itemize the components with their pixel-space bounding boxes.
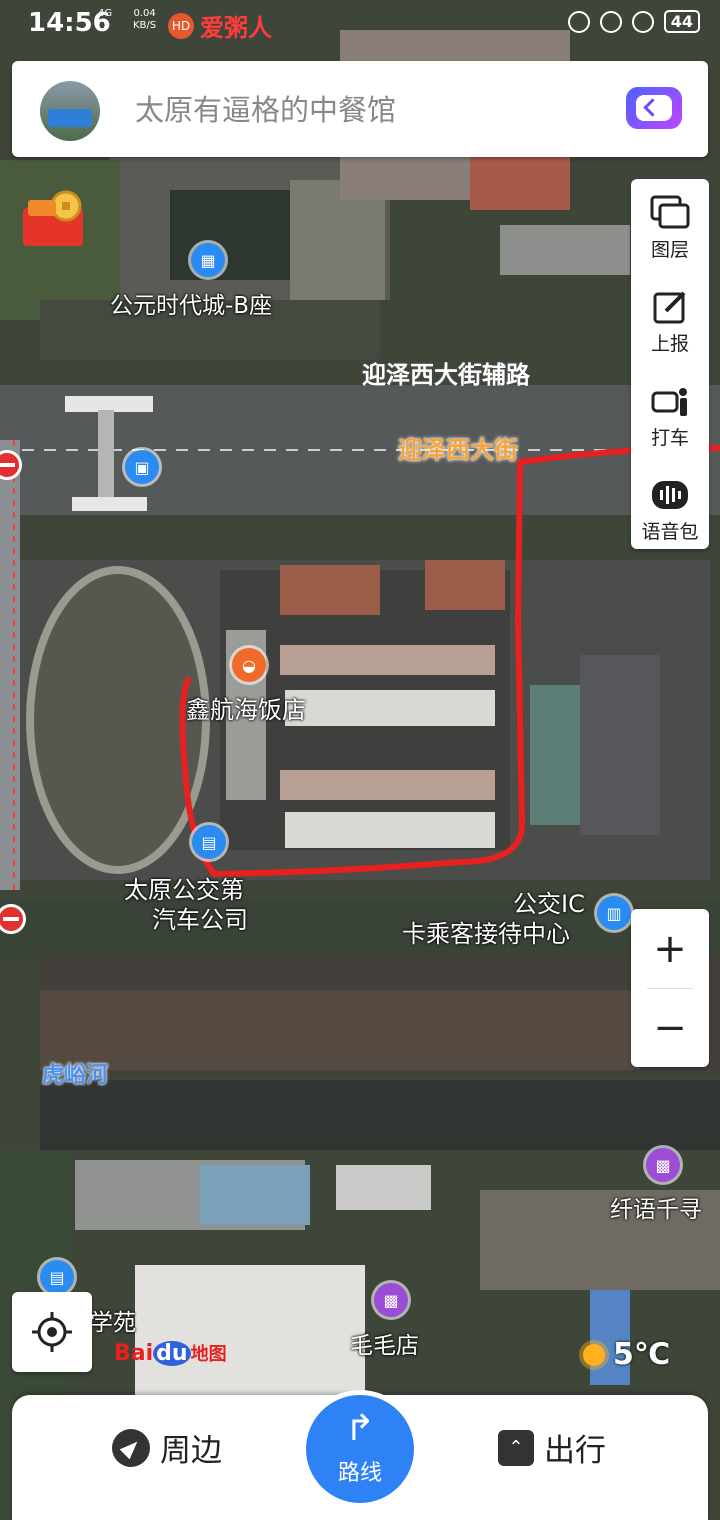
net-speed: 0.04 KB/S <box>133 8 156 32</box>
travel-button[interactable]: ⌃ 出行 <box>498 1425 606 1470</box>
road-label-yingze: 迎泽西大街 <box>398 436 518 464</box>
voice-pack-button[interactable]: 语音包 <box>631 461 709 553</box>
net-speed-unit: KB/S <box>133 20 157 31</box>
travel-icon: ⌃ <box>498 1429 534 1466</box>
poi-label-maomao[interactable]: 毛毛店 <box>350 1326 419 1360</box>
school-pin-icon[interactable]: ▤ <box>40 1260 74 1294</box>
logo-bai: Bai <box>114 1341 154 1366</box>
restaurant-pin-icon[interactable]: ◒ <box>232 648 266 682</box>
status-right: 44 <box>567 10 700 33</box>
nearby-button[interactable]: 周边 <box>112 1425 222 1470</box>
voice-assistant-icon[interactable] <box>626 87 682 129</box>
weather-widget[interactable]: 5℃ <box>583 1337 670 1372</box>
service-pin-icon[interactable]: ▥ <box>597 896 631 930</box>
compass-icon <box>112 1428 150 1467</box>
satellite-map[interactable]: 公元时代城-B座 迎泽西大街辅路 迎泽西大街 鑫航海饭店 太原公交第 汽车公司 … <box>0 0 720 1520</box>
map-tools-panel: 图层 上报 打车 语音包 <box>631 179 709 549</box>
battery-level: 44 <box>663 10 700 33</box>
status-bar: 14:56 4G 0.04 KB/S HD 爱粥人 44 <box>0 0 720 50</box>
zoom-in-button[interactable]: + <box>631 909 709 988</box>
travel-label: 出行 <box>544 1433 606 1469</box>
alarm-icon <box>599 10 622 33</box>
logo-du: du <box>153 1341 191 1366</box>
office-pin-icon[interactable]: ▤ <box>192 825 226 859</box>
building-pin-icon[interactable]: ▦ <box>191 243 225 277</box>
status-app-indicator: HD 爱粥人 <box>168 8 272 43</box>
logo-map: 地图 <box>190 1344 227 1365</box>
poi-label-ic-line2[interactable]: 卡乘客接待中心 <box>402 914 570 949</box>
taxi-icon <box>650 381 690 421</box>
voice-pack-label: 语音包 <box>641 521 699 543</box>
taxi-button[interactable]: 打车 <box>631 367 709 459</box>
search-placeholder[interactable]: 太原有逼格的中餐馆 <box>135 87 396 129</box>
layers-icon <box>650 193 690 233</box>
voice-wave-icon <box>650 475 690 515</box>
poi-label-xueyuan[interactable]: 学苑 <box>90 1303 136 1337</box>
shop-pin-icon[interactable]: ▩ <box>646 1148 680 1182</box>
red-packet-promo-icon[interactable] <box>18 190 88 250</box>
location-icon <box>631 10 654 33</box>
nearby-label: 周边 <box>160 1433 222 1469</box>
edit-icon <box>650 287 690 327</box>
report-label: 上报 <box>650 333 689 355</box>
route-label: 路线 <box>337 1461 382 1486</box>
map-imagery <box>0 0 720 1520</box>
river-label-huyu: 虎峪河 <box>42 1063 109 1088</box>
route-button[interactable]: ↱ 路线 <box>306 1395 414 1503</box>
search-bar[interactable]: 太原有逼格的中餐馆 <box>12 61 708 157</box>
temperature: 5℃ <box>613 1337 671 1372</box>
poi-label-qianyu[interactable]: 纤语千寻 <box>610 1190 702 1224</box>
vibrate-icon <box>567 10 590 33</box>
baidu-map-logo: Bai du 地图 <box>114 1340 227 1366</box>
net-speed-value: 0.04 <box>133 8 156 19</box>
poi-label-gongyuan[interactable]: 公元时代城-B座 <box>110 286 272 320</box>
road-label-yingze-fu: 迎泽西大街辅路 <box>362 361 530 389</box>
poi-label-bus-company-line2[interactable]: 汽车公司 <box>152 900 248 935</box>
layers-button[interactable]: 图层 <box>631 179 709 271</box>
locate-button[interactable] <box>12 1292 92 1372</box>
report-button[interactable]: 上报 <box>631 273 709 365</box>
sun-icon <box>583 1343 605 1366</box>
poi-label-xinhang[interactable]: 鑫航海饭店 <box>186 690 306 725</box>
zoom-out-button[interactable]: − <box>631 988 709 1067</box>
status-app-label: 爱粥人 <box>200 14 272 42</box>
user-avatar[interactable] <box>40 81 100 141</box>
store-pin-icon[interactable]: ▩ <box>374 1283 408 1317</box>
layers-label: 图层 <box>650 239 689 261</box>
crosshair-icon <box>32 1312 72 1352</box>
route-arrow-icon: ↱ <box>344 1408 376 1449</box>
signal-label: 4G <box>98 8 113 19</box>
bus-stop-pin-icon[interactable]: ▣ <box>125 450 159 484</box>
hd-icon: HD <box>168 12 194 39</box>
taxi-label: 打车 <box>650 427 689 449</box>
zoom-control: + − <box>631 909 709 1067</box>
